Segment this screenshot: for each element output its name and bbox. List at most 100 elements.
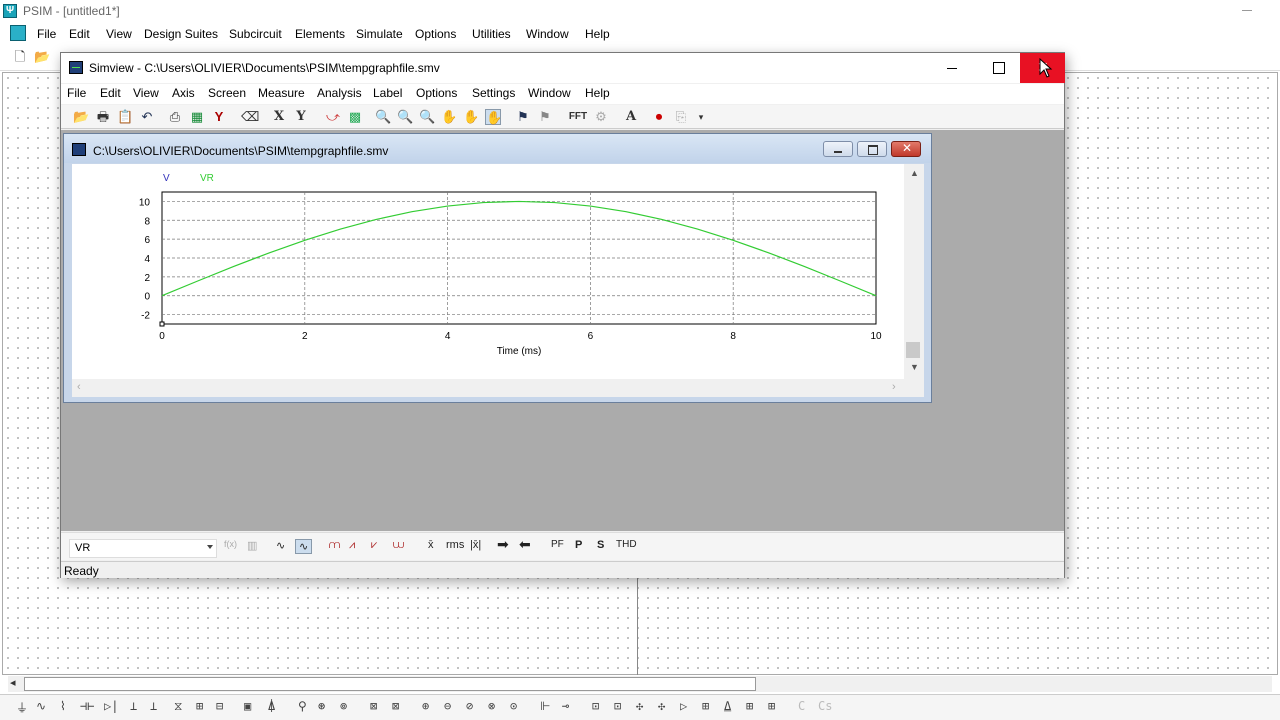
sv-menu-analysis[interactable]: Analysis bbox=[317, 86, 362, 100]
simview-maximize-button[interactable] bbox=[975, 53, 1021, 83]
voltage-probe-icon[interactable]: ⚲ bbox=[298, 699, 307, 713]
graph-horizontal-scrollbar[interactable]: ‹ › bbox=[72, 379, 924, 397]
sv-menu-label[interactable]: Label bbox=[373, 86, 402, 100]
new-file-icon[interactable]: 🗋 bbox=[12, 49, 28, 65]
abs-average-icon[interactable]: |x̄| bbox=[470, 539, 481, 551]
marker-icon[interactable]: ⚑ bbox=[515, 109, 531, 125]
psim-minimize-button[interactable] bbox=[1242, 10, 1252, 11]
block-2-icon[interactable]: ⊡ bbox=[614, 699, 621, 713]
scroll-down-icon[interactable]: ▼ bbox=[910, 362, 919, 372]
square-source-icon[interactable]: ⊙ bbox=[510, 699, 517, 713]
valley-icon[interactable]: ⩊ bbox=[393, 539, 404, 552]
record-icon[interactable]: ⏺ bbox=[651, 109, 667, 125]
simview-title-bar[interactable]: Simview - C:\Users\OLIVIER\Documents\PSI… bbox=[61, 53, 1065, 83]
text-icon[interactable]: A bbox=[623, 109, 639, 125]
undo-icon[interactable]: ↶ bbox=[139, 109, 155, 125]
zoom-icon[interactable]: 🔍 bbox=[375, 109, 391, 125]
op-amp-icon[interactable]: ▷ bbox=[680, 699, 687, 713]
schematic-horizontal-scrollbar[interactable]: ◂ bbox=[8, 676, 1272, 692]
psim-menu-elements[interactable]: Elements bbox=[295, 27, 345, 41]
gain-icon[interactable]: ✣ bbox=[636, 699, 643, 713]
document-icon[interactable] bbox=[10, 25, 26, 41]
psim-menu-view[interactable]: View bbox=[106, 27, 132, 41]
igbt-element-icon[interactable]: ⊞ bbox=[196, 699, 203, 713]
transformer-element-icon[interactable]: ⧖ bbox=[174, 699, 182, 714]
psim-menu-simulate[interactable]: Simulate bbox=[356, 27, 403, 41]
grid-icon[interactable]: ▩ bbox=[347, 109, 363, 125]
scope-icon[interactable]: ⊠ bbox=[370, 699, 377, 713]
sv-menu-settings[interactable]: Settings bbox=[472, 86, 515, 100]
graph-minimize-button[interactable] bbox=[823, 141, 853, 157]
step-source-icon[interactable]: ⊗ bbox=[488, 699, 495, 713]
motor-element-icon[interactable]: ▣ bbox=[244, 699, 251, 713]
graph-window-title-bar[interactable]: C:\Users\OLIVIER\Documents\PSIM\tempgrap… bbox=[64, 134, 931, 163]
add-curve-icon[interactable]: Y bbox=[211, 109, 227, 125]
sensor-icon[interactable]: ⊕ bbox=[422, 699, 429, 713]
rms-button[interactable]: rms bbox=[446, 539, 464, 551]
psim-menu-options[interactable]: Options bbox=[415, 27, 456, 41]
sv-menu-measure[interactable]: Measure bbox=[258, 86, 305, 100]
graph-vertical-scrollbar[interactable]: ▲ ▼ bbox=[904, 164, 924, 379]
print-icon[interactable]: 🖶 bbox=[95, 109, 111, 125]
scope-2-icon[interactable]: ⊠ bbox=[392, 699, 399, 713]
min-icon[interactable]: ⩗ bbox=[371, 539, 377, 552]
graph-plot-area[interactable]: 0 2 4 6 8 10 10 8 6 4 2 0 -2 Time (ms) V VR ▲ ▼ ‹ › bbox=[72, 164, 924, 397]
psim-menu-utilities[interactable]: Utilities bbox=[472, 27, 511, 41]
label-icon[interactable]: ⊸ bbox=[562, 699, 569, 713]
y-axis-icon[interactable]: Y bbox=[293, 109, 309, 125]
marker-2-icon[interactable]: ⚑ bbox=[537, 109, 553, 125]
fft-icon[interactable]: FFT bbox=[567, 109, 589, 125]
dc-source-icon[interactable]: ⊘ bbox=[466, 699, 473, 713]
thyristor-element-icon[interactable]: ⟂ bbox=[150, 699, 157, 713]
settings-gear-icon[interactable]: ⚙ bbox=[593, 109, 609, 125]
waveform-active-icon[interactable]: ∿ bbox=[295, 539, 313, 554]
multiplier-icon[interactable]: ⊞ bbox=[746, 699, 753, 713]
histogram-icon[interactable]: ▥ bbox=[247, 539, 257, 552]
previous-arrow-icon[interactable]: ⬅ bbox=[519, 536, 531, 553]
sv-menu-screen[interactable]: Screen bbox=[208, 86, 246, 100]
capacitor-element-icon[interactable]: ⊣⊢ bbox=[80, 699, 94, 713]
summer-icon[interactable]: ⊞ bbox=[702, 699, 709, 713]
max-icon[interactable]: ⩘ bbox=[349, 539, 355, 552]
probe-element-icon[interactable]: ⍋ bbox=[268, 699, 275, 713]
psim-menu-help[interactable]: Help bbox=[585, 27, 610, 41]
clipboard-icon[interactable]: 📋 bbox=[117, 109, 133, 125]
inductor-element-icon[interactable]: ⌇ bbox=[60, 699, 66, 713]
ac-source-icon[interactable]: ⊖ bbox=[444, 699, 451, 713]
resistor-element-icon[interactable]: ∿ bbox=[36, 699, 46, 713]
sv-menu-file[interactable]: File bbox=[67, 86, 86, 100]
sv-menu-axis[interactable]: Axis bbox=[172, 86, 195, 100]
zoom-in-icon[interactable]: 🔍 bbox=[397, 109, 413, 125]
open-folder-icon[interactable]: 📂 bbox=[34, 49, 50, 65]
mosfet-element-icon[interactable]: ⊟ bbox=[216, 699, 223, 713]
next-arrow-icon[interactable]: ➡ bbox=[497, 536, 509, 553]
scroll-up-icon[interactable]: ▲ bbox=[910, 168, 919, 178]
scrollbar-thumb[interactable] bbox=[906, 342, 920, 358]
graph-close-button[interactable]: ✕ bbox=[891, 141, 921, 157]
limiter-icon[interactable]: ⍙ bbox=[724, 699, 731, 713]
sv-menu-window[interactable]: Window bbox=[528, 86, 571, 100]
scroll-left-icon[interactable]: ‹ bbox=[77, 381, 81, 393]
psim-menu-subcircuit[interactable]: Subcircuit bbox=[229, 27, 282, 41]
variable-select[interactable]: VR bbox=[69, 539, 217, 558]
sv-menu-help[interactable]: Help bbox=[585, 86, 610, 100]
c-sub-block-icon[interactable]: Cs bbox=[818, 699, 832, 713]
scrollbar-thumb[interactable] bbox=[24, 677, 756, 691]
switch-element-icon[interactable]: ⊥ bbox=[130, 699, 137, 713]
simview-minimize-button[interactable] bbox=[929, 53, 975, 83]
zoom-out-icon[interactable]: 🔍 bbox=[419, 109, 435, 125]
eraser-icon[interactable]: ⌫ bbox=[241, 109, 259, 125]
open-icon[interactable]: 📂 bbox=[73, 109, 89, 125]
psim-menu-file[interactable]: File bbox=[37, 27, 56, 41]
chart-setup-icon[interactable]: ▦ bbox=[189, 109, 205, 125]
s-button[interactable]: S bbox=[597, 539, 604, 551]
scale-icon[interactable]: ⤻ bbox=[325, 109, 341, 125]
divider-icon[interactable]: ⊞ bbox=[768, 699, 775, 713]
ground-element-icon[interactable]: ⏚ bbox=[16, 699, 28, 716]
function-button[interactable]: f(x) bbox=[224, 539, 237, 549]
pan-hand-2-icon[interactable]: ✋ bbox=[463, 109, 479, 125]
thd-button[interactable]: THD bbox=[616, 539, 637, 550]
peak-icon[interactable]: ⩋ bbox=[329, 539, 340, 552]
current-source-icon[interactable]: ⊚ bbox=[340, 699, 347, 713]
psim-menu-design-suites[interactable]: Design Suites bbox=[144, 27, 218, 41]
